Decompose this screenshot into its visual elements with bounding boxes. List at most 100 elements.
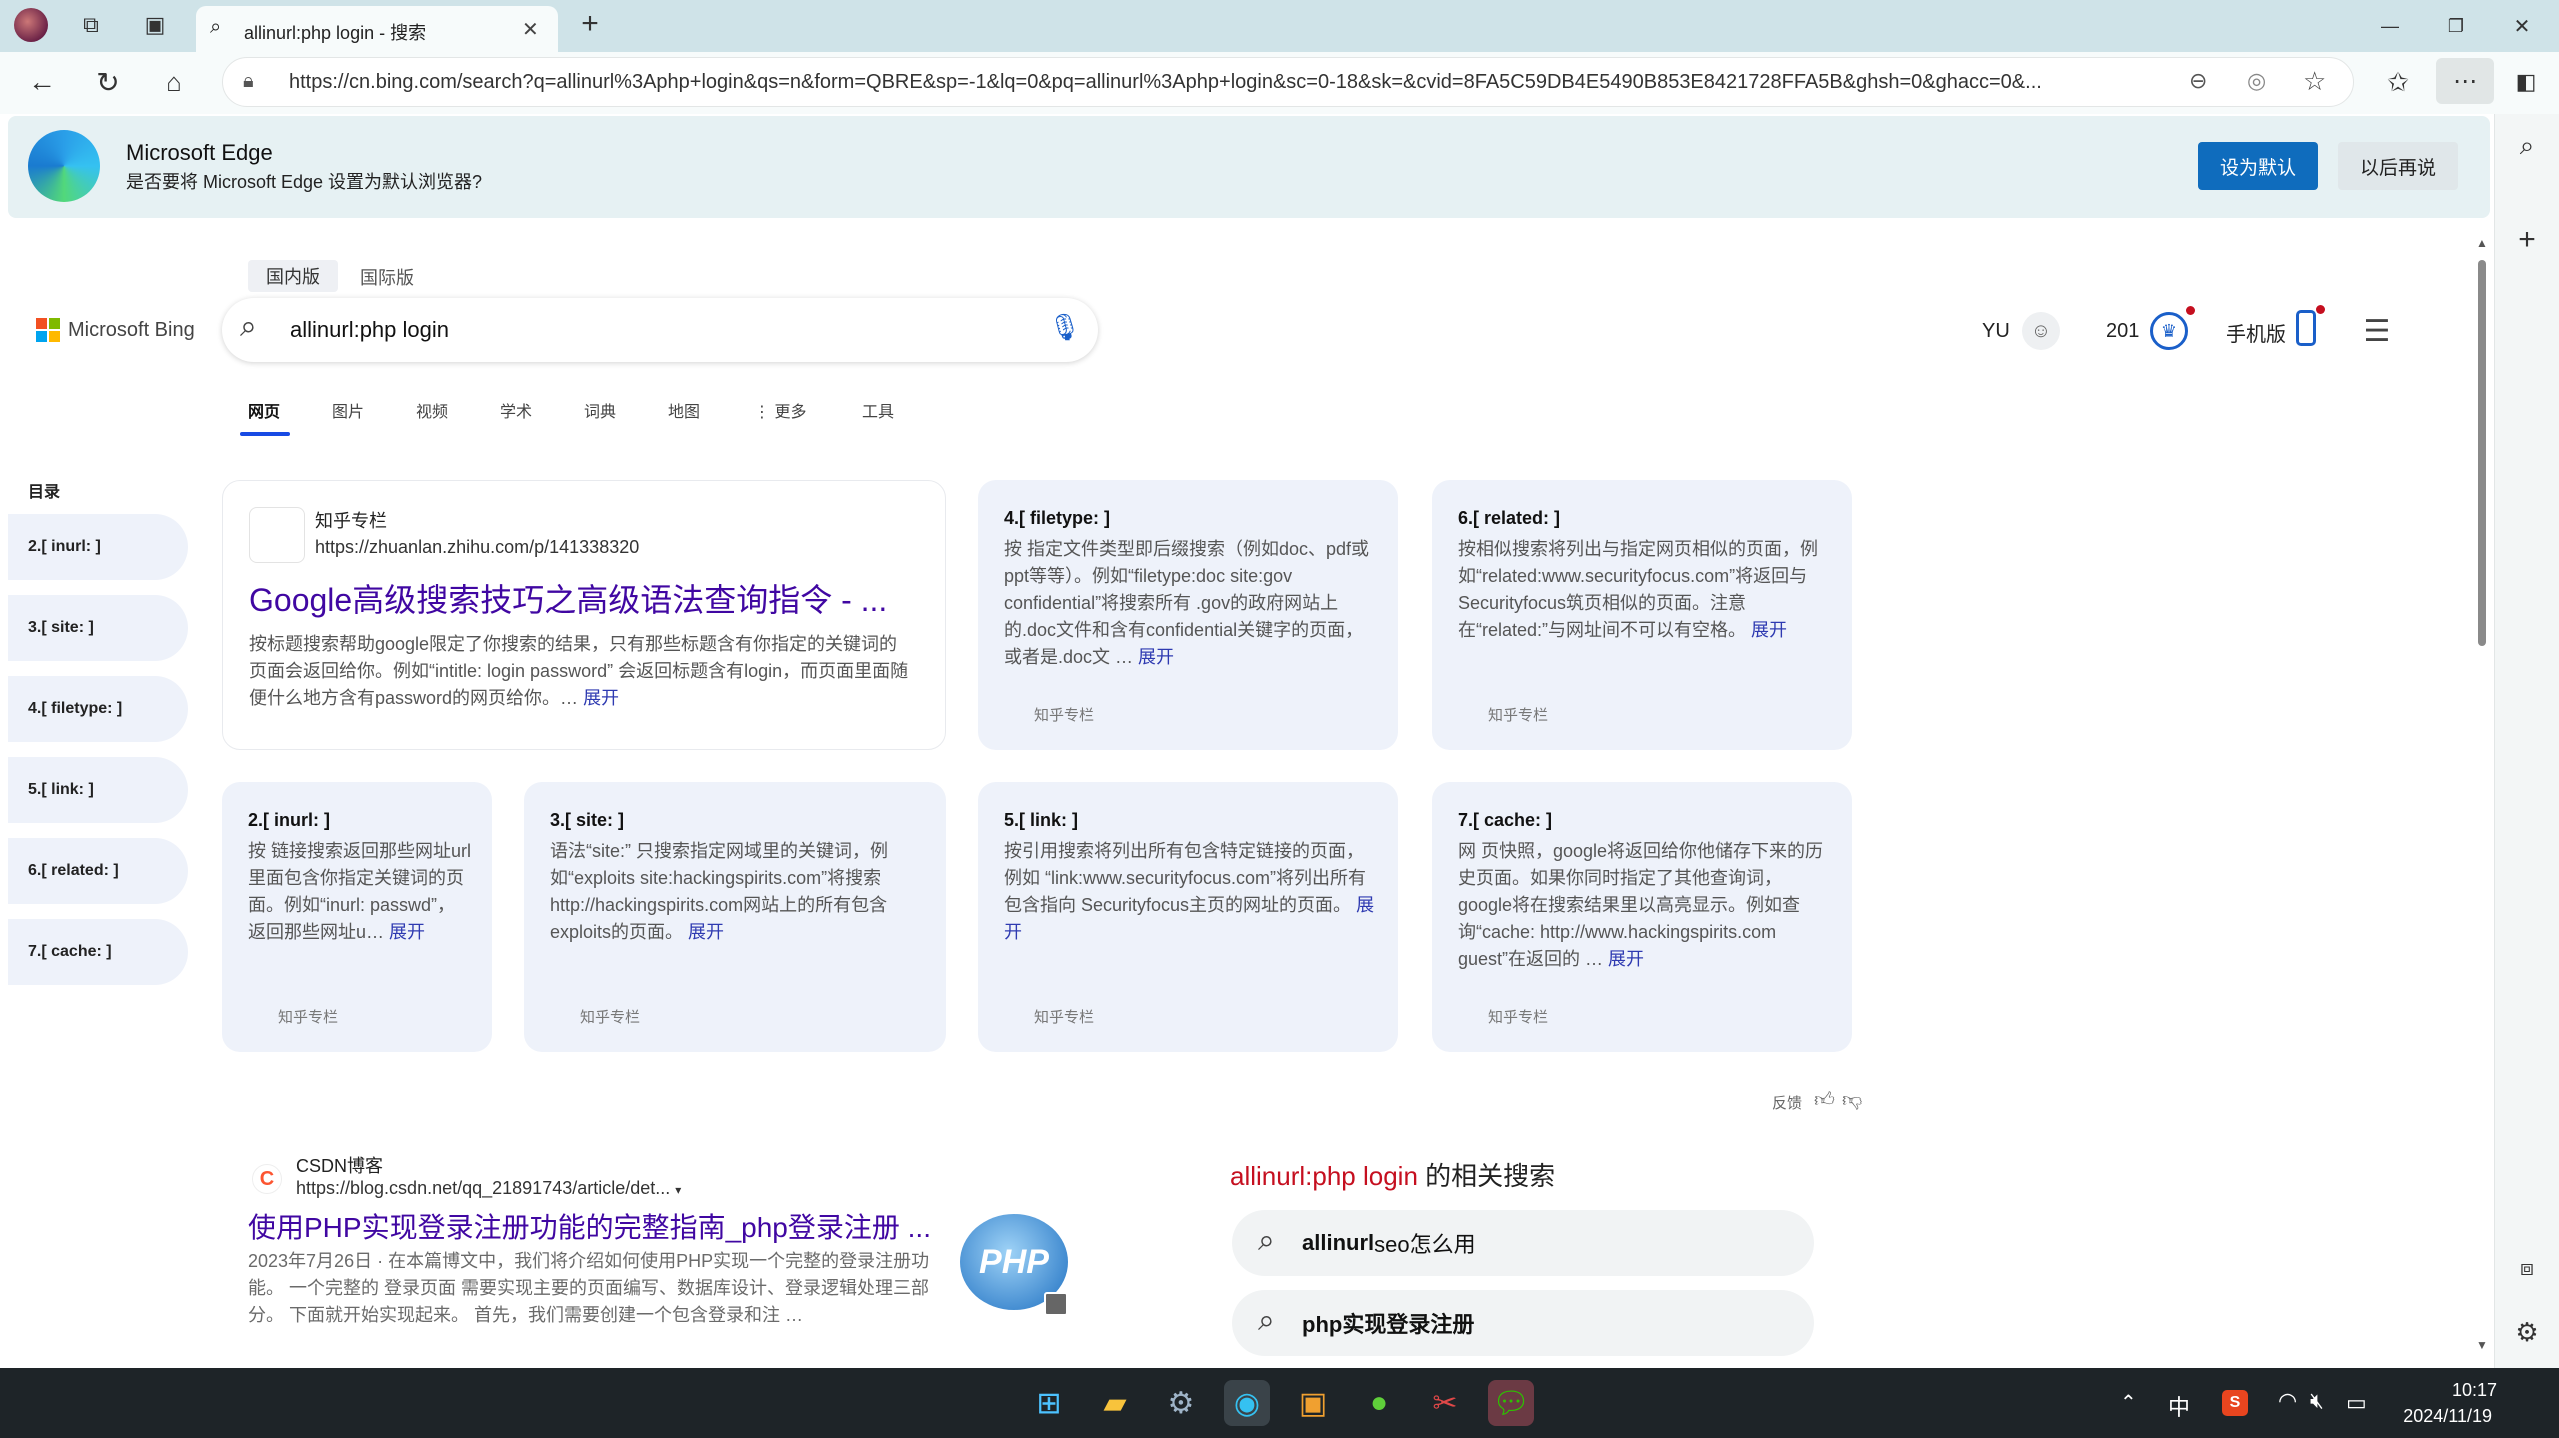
- thumbs-down-icon[interactable]: 👎︎: [1842, 1088, 1862, 1112]
- expand-link[interactable]: 展开: [1751, 620, 1787, 640]
- banner-subtitle: 是否要将 Microsoft Edge 设置为默认浏览器?: [126, 172, 483, 192]
- favorites-icon[interactable]: ✩: [2380, 64, 2416, 100]
- card-source[interactable]: 知乎专栏: [1488, 1006, 1548, 1027]
- page-scrollbar[interactable]: ▲ ▼: [2474, 236, 2488, 1356]
- workspaces-icon[interactable]: ⧉: [76, 10, 106, 40]
- set-default-button[interactable]: 设为默认: [2198, 142, 2318, 190]
- sidebar-toggle-icon[interactable]: ◧: [2508, 64, 2544, 100]
- card-source[interactable]: 知乎专栏: [1488, 704, 1548, 725]
- feedback-link[interactable]: 反馈: [1772, 1092, 1802, 1113]
- search-query[interactable]: allinurl:php login: [290, 317, 449, 343]
- settings-app-icon[interactable]: ⚙: [1158, 1380, 1204, 1426]
- favorite-star-icon[interactable]: ☆: [2303, 66, 2326, 97]
- nav-web-underline: [240, 432, 290, 436]
- related-search-2[interactable]: ⌕ php实现登录注册: [1232, 1290, 1814, 1356]
- card-source[interactable]: 知乎专栏: [1034, 704, 1094, 725]
- zoom-icon[interactable]: ⊖: [2189, 68, 2207, 94]
- ime-indicator[interactable]: 中: [2168, 1390, 2190, 1422]
- home-icon[interactable]: ⌂: [156, 64, 192, 100]
- green-app-icon[interactable]: ●: [1356, 1380, 1402, 1426]
- expand-link[interactable]: 展开: [1608, 949, 1644, 969]
- rewards-points[interactable]: 201: [2106, 320, 2139, 343]
- volume-muted-icon[interactable]: 🔇︎: [2310, 1388, 2324, 1414]
- toc-item-link[interactable]: 5.[ link: ]: [8, 757, 188, 823]
- nav-more[interactable]: ⋮ 更多: [754, 398, 806, 422]
- refresh-icon[interactable]: ↻: [90, 64, 126, 100]
- tray-chevron-icon[interactable]: ⌃: [2120, 1390, 2137, 1415]
- snipping-tool-icon[interactable]: ✂: [1422, 1380, 1468, 1426]
- rewards-trophy-icon[interactable]: ♛: [2150, 312, 2188, 350]
- nav-videos[interactable]: 视频: [416, 398, 448, 422]
- region-tab-international[interactable]: 国际版: [360, 264, 414, 290]
- sogou-icon[interactable]: S: [2222, 1390, 2248, 1416]
- search-box[interactable]: ⌕ allinurl:php login 🎙︎: [222, 298, 1098, 362]
- lock-icon[interactable]: 🔒︎: [243, 70, 254, 93]
- later-button[interactable]: 以后再说: [2338, 142, 2458, 190]
- nav-web[interactable]: 网页: [248, 398, 280, 422]
- settings-more-icon[interactable]: ⋯: [2436, 58, 2494, 104]
- vertical-tabs-icon[interactable]: ▣: [140, 10, 170, 40]
- result2-url[interactable]: https://blog.csdn.net/qq_21891743/articl…: [296, 1178, 681, 1199]
- sidebar-search-icon[interactable]: ⌕: [2509, 128, 2545, 164]
- nav-images[interactable]: 图片: [332, 398, 364, 422]
- file-explorer-icon[interactable]: ▰: [1092, 1380, 1138, 1426]
- expand-link[interactable]: 展开: [389, 922, 425, 942]
- expand-link[interactable]: 展开: [583, 688, 619, 708]
- sidebar-add-icon[interactable]: +: [2509, 222, 2545, 258]
- start-windows-icon[interactable]: ⊞: [1026, 1380, 1072, 1426]
- clock-date[interactable]: 2024/11/19: [2402, 1406, 2492, 1427]
- close-tab-icon[interactable]: ✕: [522, 17, 539, 42]
- title-bar: ⧉ ▣ ⌕ allinurl:php login - 搜索 ✕ + — ❐ ✕: [0, 0, 2559, 52]
- hamburger-menu-icon[interactable]: ☰: [2358, 312, 2396, 350]
- region-tab-domestic[interactable]: 国内版: [248, 260, 338, 292]
- url-text[interactable]: https://cn.bing.com/search?q=allinurl%3A…: [289, 71, 2169, 94]
- close-window-button[interactable]: ✕: [2502, 8, 2542, 44]
- toc-item-inurl[interactable]: 2.[ inurl: ]: [8, 514, 188, 580]
- sidebar-settings-icon[interactable]: ⚙: [2509, 1314, 2545, 1350]
- scroll-thumb[interactable]: [2478, 260, 2486, 646]
- user-name[interactable]: YU: [1982, 320, 2010, 343]
- microphone-icon[interactable]: 🎙︎: [1048, 312, 1081, 343]
- bing-logo[interactable]: Microsoft Bing: [36, 318, 195, 342]
- related-search-1[interactable]: ⌕ allinurl seo怎么用: [1232, 1210, 1814, 1276]
- screenshot-icon[interactable]: ⧈: [2509, 1250, 2545, 1286]
- url-menu-icon[interactable]: ▾: [675, 1183, 681, 1197]
- clock-time[interactable]: 10:17: [2452, 1380, 2497, 1401]
- edge-taskbar-icon[interactable]: ◉: [1224, 1380, 1270, 1426]
- wifi-icon[interactable]: ◠: [2278, 1388, 2297, 1414]
- expand-link[interactable]: 展开: [688, 922, 724, 942]
- active-tab[interactable]: ⌕ allinurl:php login - 搜索 ✕: [196, 6, 558, 52]
- wechat-icon[interactable]: 💬︎: [1488, 1380, 1534, 1426]
- scroll-up-icon[interactable]: ▲: [2476, 236, 2488, 250]
- vmware-icon[interactable]: ▣: [1290, 1380, 1336, 1426]
- card-source[interactable]: 知乎专栏: [1034, 1006, 1094, 1027]
- new-tab-button[interactable]: +: [572, 6, 608, 42]
- battery-icon[interactable]: ▭: [2346, 1390, 2367, 1416]
- toc-item-filetype[interactable]: 4.[ filetype: ]: [8, 676, 188, 742]
- address-field[interactable]: 🔒︎ https://cn.bing.com/search?q=allinurl…: [222, 57, 2354, 107]
- card-source[interactable]: 知乎专栏: [580, 1006, 640, 1027]
- thumbs-up-icon[interactable]: 👍︎: [1814, 1088, 1835, 1112]
- profile-avatar[interactable]: [14, 8, 48, 42]
- phone-icon[interactable]: [2296, 310, 2316, 346]
- result2-title-link[interactable]: 使用PHP实现登录注册功能的完整指南_php登录注册 ...: [248, 1206, 931, 1246]
- nav-tools[interactable]: 工具: [862, 398, 894, 422]
- result-url[interactable]: https://zhuanlan.zhihu.com/p/141338320: [315, 537, 639, 558]
- mobile-version-link[interactable]: 手机版: [2226, 318, 2286, 347]
- nav-academic[interactable]: 学术: [500, 398, 532, 422]
- minimize-button[interactable]: —: [2370, 8, 2410, 44]
- nav-dictionary[interactable]: 词典: [584, 398, 616, 422]
- toc-item-related[interactable]: 6.[ related: ]: [8, 838, 188, 904]
- result-title-link[interactable]: Google高级搜索技巧之高级语法查询指令 - ...: [249, 575, 887, 621]
- back-icon[interactable]: ←: [24, 64, 60, 100]
- expand-link[interactable]: 展开: [1138, 647, 1174, 667]
- card-source[interactable]: 知乎专栏: [278, 1006, 338, 1027]
- toc-item-cache[interactable]: 7.[ cache: ]: [8, 919, 188, 985]
- read-aloud-icon[interactable]: ◎: [2247, 68, 2266, 94]
- user-avatar-icon[interactable]: ☺: [2022, 312, 2060, 350]
- restore-button[interactable]: ❐: [2436, 8, 2476, 44]
- related-query: allinurl:php login: [1230, 1161, 1418, 1191]
- nav-maps[interactable]: 地图: [668, 398, 700, 422]
- scroll-down-icon[interactable]: ▼: [2476, 1338, 2488, 1352]
- toc-item-site[interactable]: 3.[ site: ]: [8, 595, 188, 661]
